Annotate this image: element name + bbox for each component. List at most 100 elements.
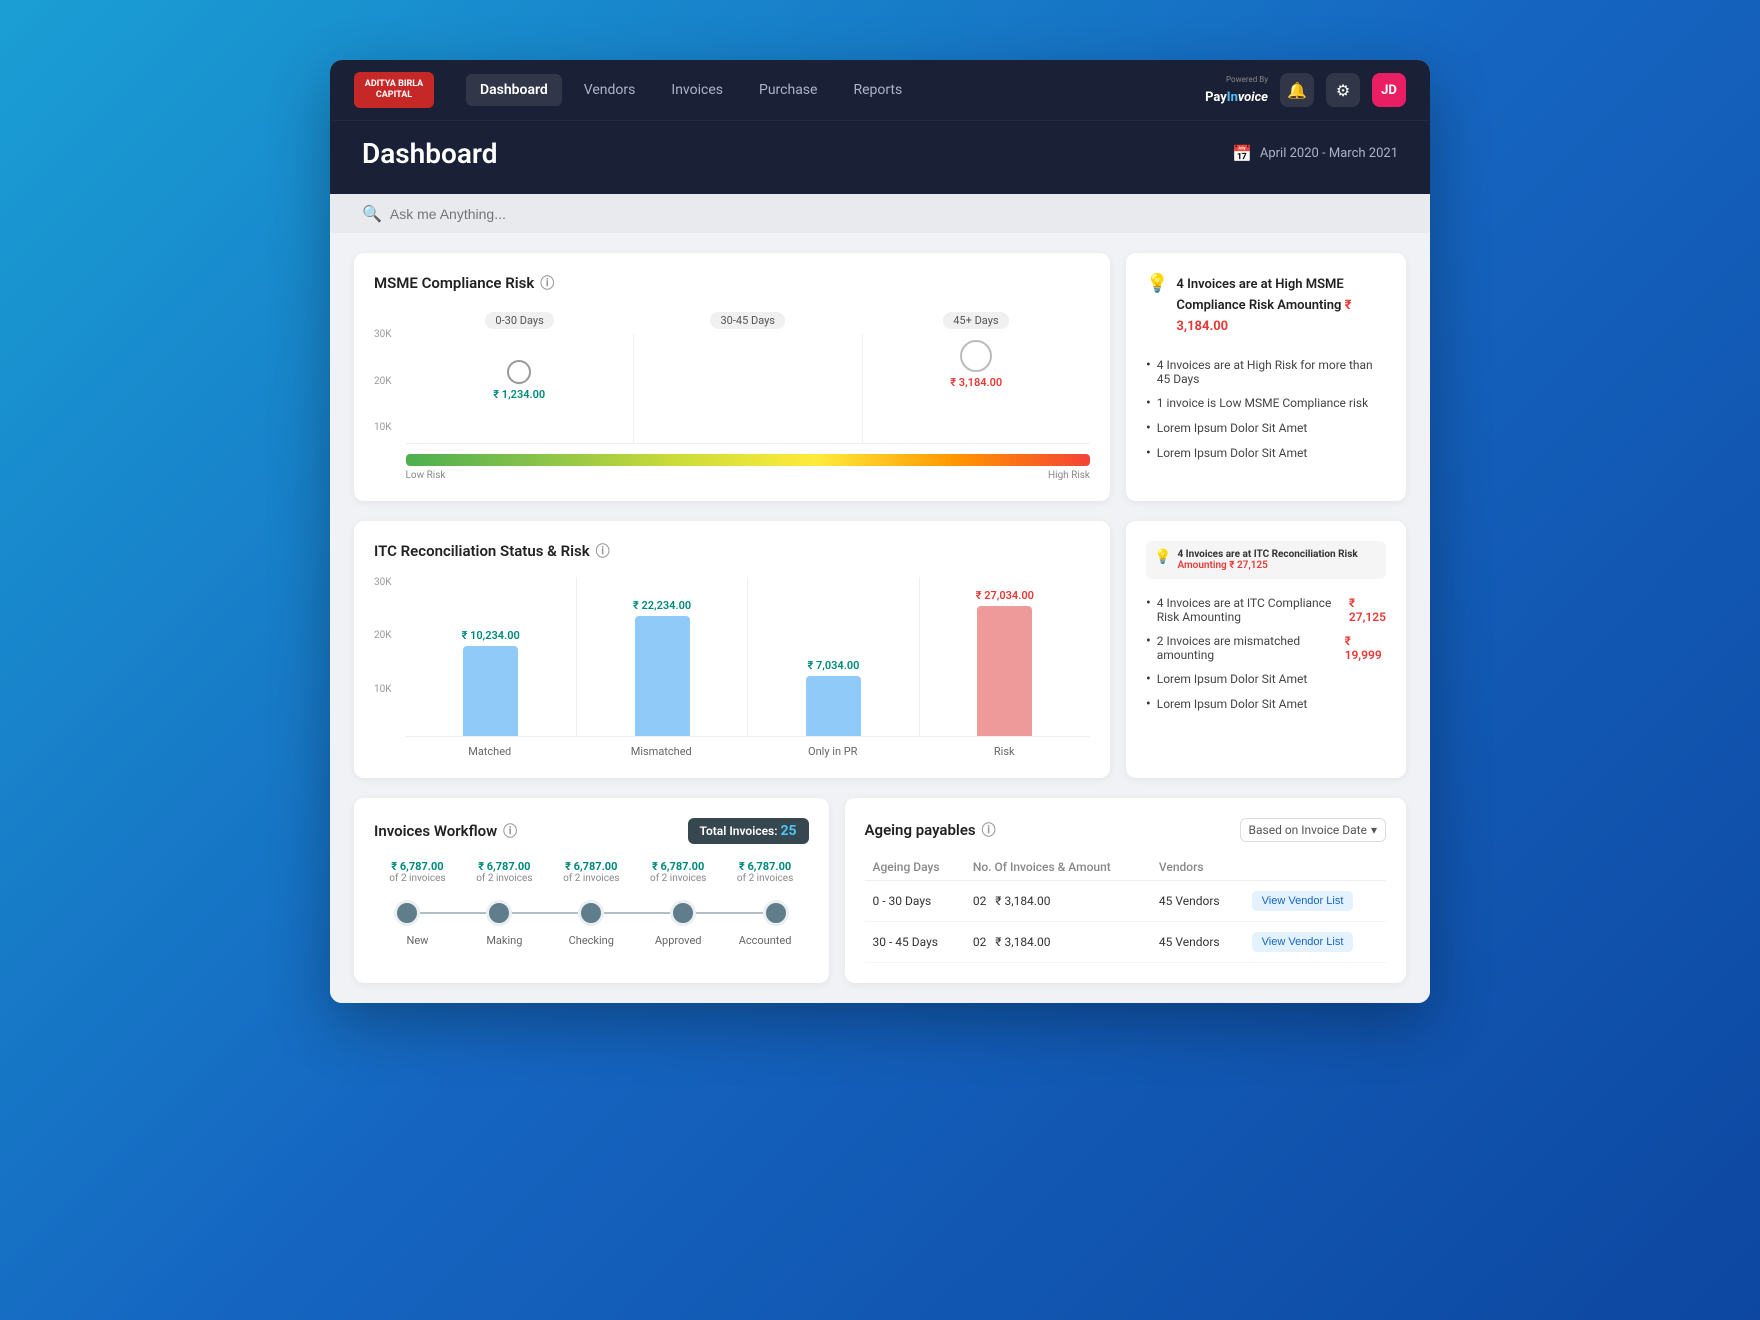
workflow-info-icon[interactable]: ⓘ [503,821,517,841]
msme-alert-list: 4 Invoices are at High Risk for more tha… [1146,353,1386,466]
step-name-new: New [374,934,461,947]
step-amount-making: ₹ 6,787.00 of 2 invoices [461,860,548,884]
col-vendors: Vendors [1151,854,1244,881]
low-risk-label: Low Risk [406,470,446,481]
mismatched-amount: ₹ 22,234.00 [633,599,691,612]
step-amount-accounted: ₹ 6,787.00 of 2 invoices [722,860,809,884]
calendar-icon: 📅 [1232,144,1252,163]
nav-vendors[interactable]: Vendors [570,74,650,106]
nav-links: Dashboard Vendors Invoices Purchase Repo… [466,74,1205,106]
workflow-amounts-row: ₹ 6,787.00 of 2 invoices ₹ 6,787.00 of 2… [374,860,809,884]
workflow-title-text: Invoices Workflow [374,822,497,840]
workflow-card-title: Invoices Workflow ⓘ [374,821,517,841]
step-sub-checking: of 2 invoices [548,873,635,884]
search-bar-area: 🔍 [330,194,1430,233]
ageing-info-icon[interactable]: ⓘ [982,820,996,840]
itc-bullet-1-amount: ₹ 27,125 [1349,596,1386,624]
ageing-row-1: 30 - 45 Days 02 ₹ 3,184.00 45 Vendors Vi… [865,922,1386,963]
step-name-making: Making [461,934,548,947]
ageing-vendors-1: 45 Vendors [1151,922,1244,963]
ageing-table-body: 0 - 30 Days 02 ₹ 3,184.00 45 Vendors Vie… [865,881,1386,963]
y-axis-labels: 30K 20K 10K [374,309,398,469]
step-amount-approved-val: ₹ 6,787.00 [635,860,722,873]
bar-mismatched: ₹ 22,234.00 [577,577,748,736]
col-action [1244,854,1386,881]
ageing-header: Ageing payables ⓘ Based on Invoice Date … [865,818,1386,842]
total-count: 25 [780,823,796,839]
step-amount-approved: ₹ 6,787.00 of 2 invoices [635,860,722,884]
ageing-count-amount-1: 02 ₹ 3,184.00 [965,922,1151,963]
user-avatar[interactable]: JD [1372,73,1406,107]
ageing-vendors-0: 45 Vendors [1151,881,1244,922]
total-label: Total Invoices: [700,824,778,838]
bar-name-only-pr: Only in PR [747,745,919,758]
bar-name-matched: Matched [404,745,576,758]
risk-labels: Low Risk High Risk [406,470,1090,481]
itc-section-row: ITC Reconciliation Status & Risk ⓘ 30K 2… [354,521,1406,778]
itc-mini-header-row: 💡 4 Invoices are at ITC Reconciliation R… [1154,549,1378,571]
ageing-table: Ageing Days No. Of Invoices & Amount Ven… [865,854,1386,963]
ageing-action-1: View Vendor List [1244,922,1386,963]
col-45plus-area: ₹ 3,184.00 [863,334,1091,443]
powered-by-text: Powered By [1205,75,1268,84]
risk-gradient-bar [406,454,1090,466]
msme-col-headers: 0-30 Days 30-45 Days 45+ Days [406,309,1090,328]
settings-button[interactable]: ⚙ [1326,73,1360,107]
payinvoice-brand: Powered By PayInvoice [1205,75,1268,105]
search-input[interactable] [390,206,1398,222]
itc-info-icon[interactable]: ⓘ [596,541,610,561]
total-invoices-badge: Total Invoices: 25 [688,818,809,844]
msme-bullet-4: Lorem Ipsum Dolor Sit Amet [1146,441,1386,466]
view-vendor-list-btn-0[interactable]: View Vendor List [1252,891,1354,911]
risk-bar-container: Low Risk High Risk [406,454,1090,481]
col-ageing-days: Ageing Days [865,854,965,881]
itc-card-title: ITC Reconciliation Status & Risk ⓘ [374,541,1090,561]
bar-name-risk: Risk [919,745,1091,758]
date-range-text: April 2020 - March 2021 [1260,146,1398,161]
itc-info-card: 💡 4 Invoices are at ITC Reconciliation R… [1126,521,1406,778]
step-name-approved: Approved [635,934,722,947]
step-sub-approved: of 2 invoices [635,873,722,884]
nav-reports[interactable]: Reports [839,74,916,106]
nav-purchase[interactable]: Purchase [745,74,831,106]
nav-invoices[interactable]: Invoices [657,74,737,106]
itc-alert-list: 4 Invoices are at ITC Compliance Risk Am… [1146,591,1386,717]
msme-title-text: MSME Compliance Risk [374,274,534,292]
y-label-10k: 10K [374,422,392,433]
itc-bullet-2-text: 2 Invoices are mismatched amounting [1157,634,1339,662]
ageing-card: Ageing payables ⓘ Based on Invoice Date … [845,798,1406,983]
msme-bullet-1: 4 Invoices are at High Risk for more tha… [1146,353,1386,391]
msme-chart-card: MSME Compliance Risk ⓘ 30K 20K 10K [354,253,1110,501]
itc-y-labels: 30K 20K 10K [374,577,398,737]
ageing-days-0: 0 - 30 Days [865,881,965,922]
ageing-row-0: 0 - 30 Days 02 ₹ 3,184.00 45 Vendors Vie… [865,881,1386,922]
ageing-dropdown[interactable]: Based on Invoice Date ▾ [1240,818,1386,842]
navbar: ADITYA BIRLA CAPITAL Dashboard Vendors I… [330,60,1430,120]
dashboard-header: Dashboard 📅 April 2020 - March 2021 [330,120,1430,194]
bar-only-pr: ₹ 7,034.00 [748,577,919,736]
msme-chart-inner: 0-30 Days 30-45 Days 45+ Days [406,309,1090,481]
workflow-circles-row [374,892,809,934]
step-name-accounted: Accounted [722,934,809,947]
itc-bullet-3: Lorem Ipsum Dolor Sit Amet [1146,667,1386,692]
step-sub-accounted: of 2 invoices [722,873,809,884]
nav-dashboard[interactable]: Dashboard [466,74,562,106]
ageing-amount-1: ₹ 3,184.00 [995,935,1050,949]
ageing-count-0: 02 [973,894,987,908]
itc-chart-card: ITC Reconciliation Status & Risk ⓘ 30K 2… [354,521,1110,778]
bar-risk: ₹ 27,034.00 [920,577,1090,736]
matched-amount: ₹ 10,234.00 [462,629,520,642]
msme-info-icon[interactable]: ⓘ [540,273,554,293]
ageing-dropdown-label: Based on Invoice Date [1249,823,1367,837]
nav-right: Powered By PayInvoice 🔔 ⚙ JD [1205,73,1406,107]
view-vendor-list-btn-1[interactable]: View Vendor List [1252,932,1354,952]
date-range[interactable]: 📅 April 2020 - March 2021 [1232,144,1398,163]
main-content: MSME Compliance Risk ⓘ 30K 20K 10K [330,233,1430,1003]
notification-button[interactable]: 🔔 [1280,73,1314,107]
y-label-30k: 30K [374,329,392,340]
col-label-30-45: 30-45 Days [710,312,785,329]
itc-y-20k: 20K [374,630,392,641]
logo-area: ADITYA BIRLA CAPITAL [354,72,434,108]
ageing-count-amount-0: 02 ₹ 3,184.00 [965,881,1151,922]
msme-info-card: 💡 4 Invoices are at High MSME Compliance… [1126,253,1406,501]
